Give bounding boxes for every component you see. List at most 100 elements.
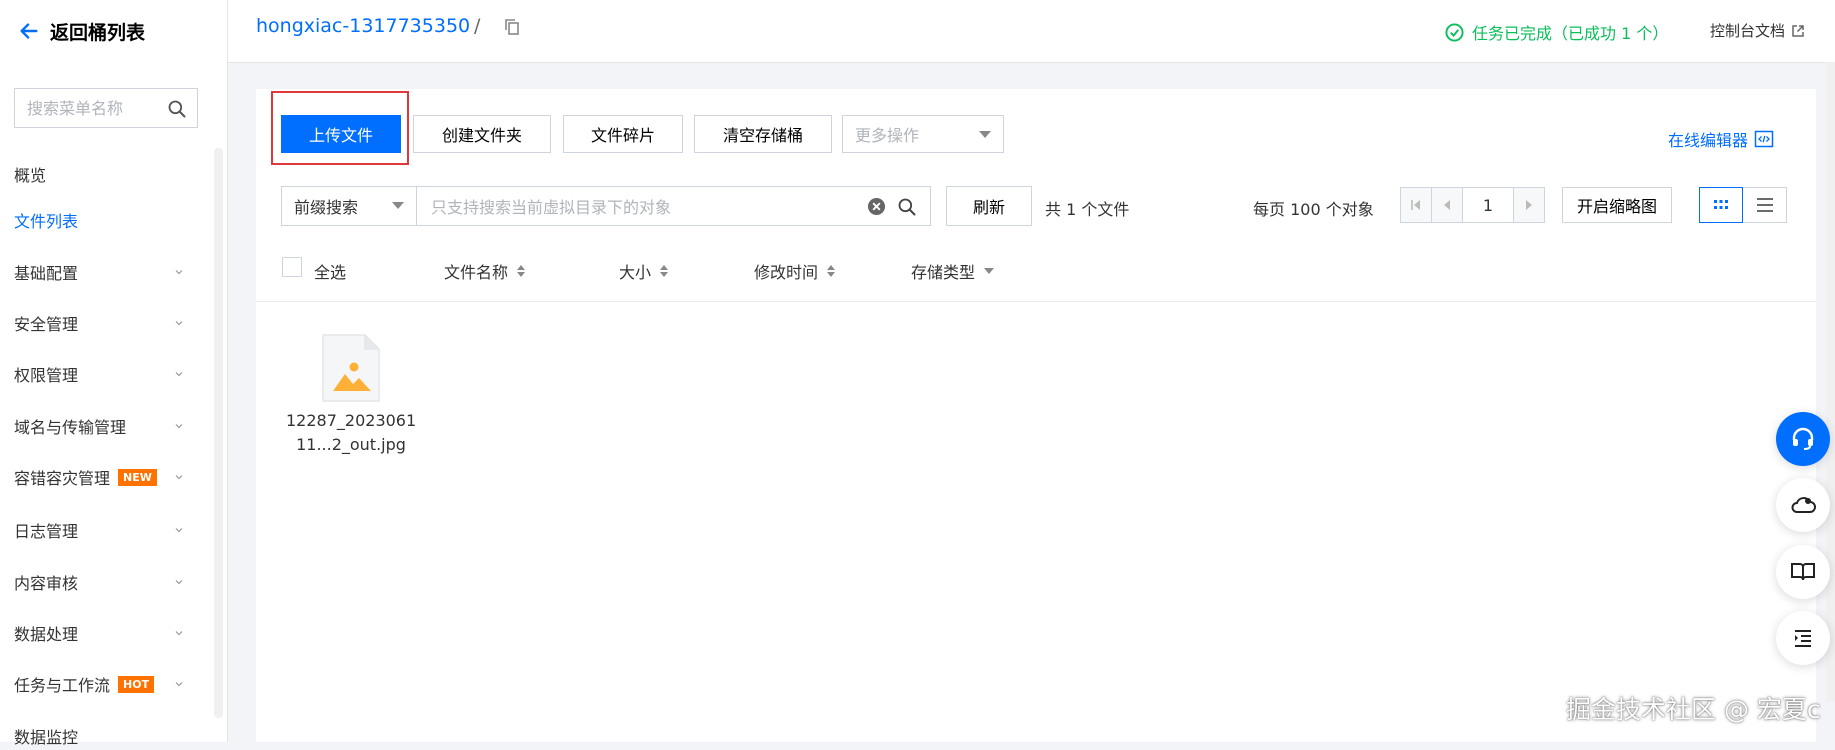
search-icon[interactable] <box>167 99 187 119</box>
file-card[interactable]: 12287_2023061 11...2_out.jpg <box>286 333 416 457</box>
filter-caret-icon <box>984 268 995 274</box>
select-all-text: 全选 <box>314 263 347 282</box>
sidebar-item-label: 安全管理 <box>14 315 79 334</box>
outline-menu-button[interactable] <box>1776 611 1830 665</box>
menu-search-input[interactable] <box>15 89 167 127</box>
chevron-down-icon <box>175 682 183 687</box>
chevron-down-icon <box>175 321 183 326</box>
sidebar-item-permissions[interactable]: 权限管理 <box>14 360 184 388</box>
image-file-icon <box>322 334 380 402</box>
file-count: 共 1 个文件 <box>1045 200 1130 219</box>
sidebar-item-label: 基础配置 <box>14 264 79 283</box>
first-page-icon <box>1411 200 1420 210</box>
select-all-label[interactable]: 全选 <box>314 257 346 285</box>
sidebar-item-tasks-workflows[interactable]: 任务与工作流 HOT <box>14 670 184 698</box>
current-page[interactable]: 1 <box>1462 188 1514 222</box>
new-badge: NEW <box>118 468 157 486</box>
headset-icon <box>1792 427 1814 450</box>
sidebar-item-content-review[interactable]: 内容审核 <box>14 568 184 596</box>
chevron-down-icon <box>175 424 183 429</box>
sidebar-item-overview[interactable]: 概览 <box>14 160 184 188</box>
back-label: 返回桶列表 <box>50 21 146 44</box>
sort-icon <box>827 265 836 277</box>
console-docs-link[interactable]: 控制台文档 <box>1710 20 1805 41</box>
create-folder-label: 创建文件夹 <box>441 126 522 145</box>
select-all-checkbox[interactable] <box>282 257 302 277</box>
more-actions-label: 更多操作 <box>855 126 920 145</box>
bucket-name-breadcrumb[interactable]: hongxiac-1317735350 <box>256 15 470 37</box>
sidebar-item-data-monitoring[interactable]: 数据监控 <box>14 722 184 750</box>
enable-thumbnail-button[interactable]: 开启缩略图 <box>1562 187 1672 223</box>
copy-icon[interactable] <box>503 18 521 36</box>
create-folder-button[interactable]: 创建文件夹 <box>413 115 551 153</box>
sidebar-item-label: 内容审核 <box>14 574 79 593</box>
sidebar-item-label: 容错容灾管理 <box>14 469 111 488</box>
column-header-storage-class[interactable]: 存储类型 <box>911 257 995 285</box>
documentation-button[interactable] <box>1776 545 1830 599</box>
search-type-label: 前缀搜索 <box>294 198 359 217</box>
column-header-size[interactable]: 大小 <box>619 257 669 285</box>
clear-icon[interactable] <box>867 197 886 216</box>
next-page-button[interactable] <box>1514 188 1544 222</box>
refresh-button[interactable]: 刷新 <box>946 186 1032 226</box>
column-header-name[interactable]: 文件名称 <box>444 257 526 285</box>
chevron-down-icon <box>175 528 183 533</box>
prev-page-button[interactable] <box>1431 188 1462 222</box>
first-page-button[interactable] <box>1401 188 1431 222</box>
console-docs-label: 控制台文档 <box>1710 22 1786 40</box>
breadcrumb-separator: / <box>474 15 481 37</box>
caret-down-icon <box>979 131 991 138</box>
upload-file-button[interactable]: 上传文件 <box>281 115 401 153</box>
sidebar-item-label: 数据监控 <box>14 728 79 747</box>
arrow-left-icon <box>20 23 38 39</box>
cloud-icon <box>1791 497 1816 513</box>
sort-icon <box>660 265 669 277</box>
column-storage-label: 存储类型 <box>911 263 976 282</box>
task-status[interactable]: 任务已完成（已成功 1 个） <box>1445 20 1668 44</box>
file-name: 12287_2023061 11...2_out.jpg <box>286 409 416 457</box>
chevron-down-icon <box>175 631 183 636</box>
sort-icon <box>517 265 526 277</box>
cloud-assistant-button[interactable] <box>1776 478 1830 532</box>
sidebar-item-file-list[interactable]: 文件列表 <box>14 206 184 234</box>
sidebar-item-label: 日志管理 <box>14 522 79 541</box>
online-editor-label: 在线编辑器 <box>1668 131 1749 150</box>
grid-view-toggle[interactable] <box>1699 187 1743 223</box>
sidebar-item-logs[interactable]: 日志管理 <box>14 516 184 544</box>
back-to-bucket-list-button[interactable]: 返回桶列表 <box>18 17 145 45</box>
sidebar-item-domain-transfer[interactable]: 域名与传输管理 <box>14 412 184 440</box>
sidebar-item-disaster-recovery[interactable]: 容错容灾管理 NEW <box>14 463 184 491</box>
chevron-down-icon <box>175 580 183 585</box>
chevron-down-icon <box>175 372 183 377</box>
sidebar-item-label: 域名与传输管理 <box>14 418 127 437</box>
enable-thumbnail-label: 开启缩略图 <box>1576 197 1657 216</box>
online-editor-link[interactable]: 在线编辑器 <box>1668 127 1774 151</box>
search-type-select[interactable]: 前缀搜索 <box>281 186 417 226</box>
sidebar-item-label: 权限管理 <box>14 366 79 385</box>
sidebar-item-data-processing[interactable]: 数据处理 <box>14 619 184 647</box>
hot-badge: HOT <box>118 675 155 693</box>
file-name-line: 11...2_out.jpg <box>296 435 406 454</box>
clear-bucket-button[interactable]: 清空存储桶 <box>694 115 832 153</box>
column-header-modified[interactable]: 修改时间 <box>754 257 836 285</box>
sidebar-scrollbar[interactable] <box>214 148 223 718</box>
caret-down-icon <box>392 202 404 209</box>
menu-search-box <box>14 88 198 128</box>
file-fragments-button[interactable]: 文件碎片 <box>563 115 683 153</box>
sidebar-item-label: 任务与工作流 <box>14 676 111 695</box>
customer-service-button[interactable] <box>1776 412 1830 466</box>
sidebar-item-security[interactable]: 安全管理 <box>14 309 184 337</box>
upload-file-label: 上传文件 <box>308 126 373 145</box>
sidebar: 返回桶列表 概览 文件列表 基础配置 安全管理 权限管理 域名与传输管理 容错容… <box>0 0 228 747</box>
column-name-label: 文件名称 <box>444 263 509 282</box>
sidebar-item-label: 文件列表 <box>14 212 79 231</box>
header-divider <box>256 301 1816 302</box>
list-view-toggle[interactable] <box>1743 187 1787 223</box>
sidebar-item-basic-config[interactable]: 基础配置 <box>14 258 184 286</box>
more-actions-dropdown[interactable]: 更多操作 <box>842 115 1004 153</box>
search-icon[interactable] <box>897 197 917 217</box>
object-search-input[interactable] <box>417 187 853 227</box>
grid-icon <box>1714 200 1728 209</box>
task-status-text: 任务已完成（已成功 1 个） <box>1472 24 1669 43</box>
page-scrollbar[interactable] <box>1826 62 1835 702</box>
